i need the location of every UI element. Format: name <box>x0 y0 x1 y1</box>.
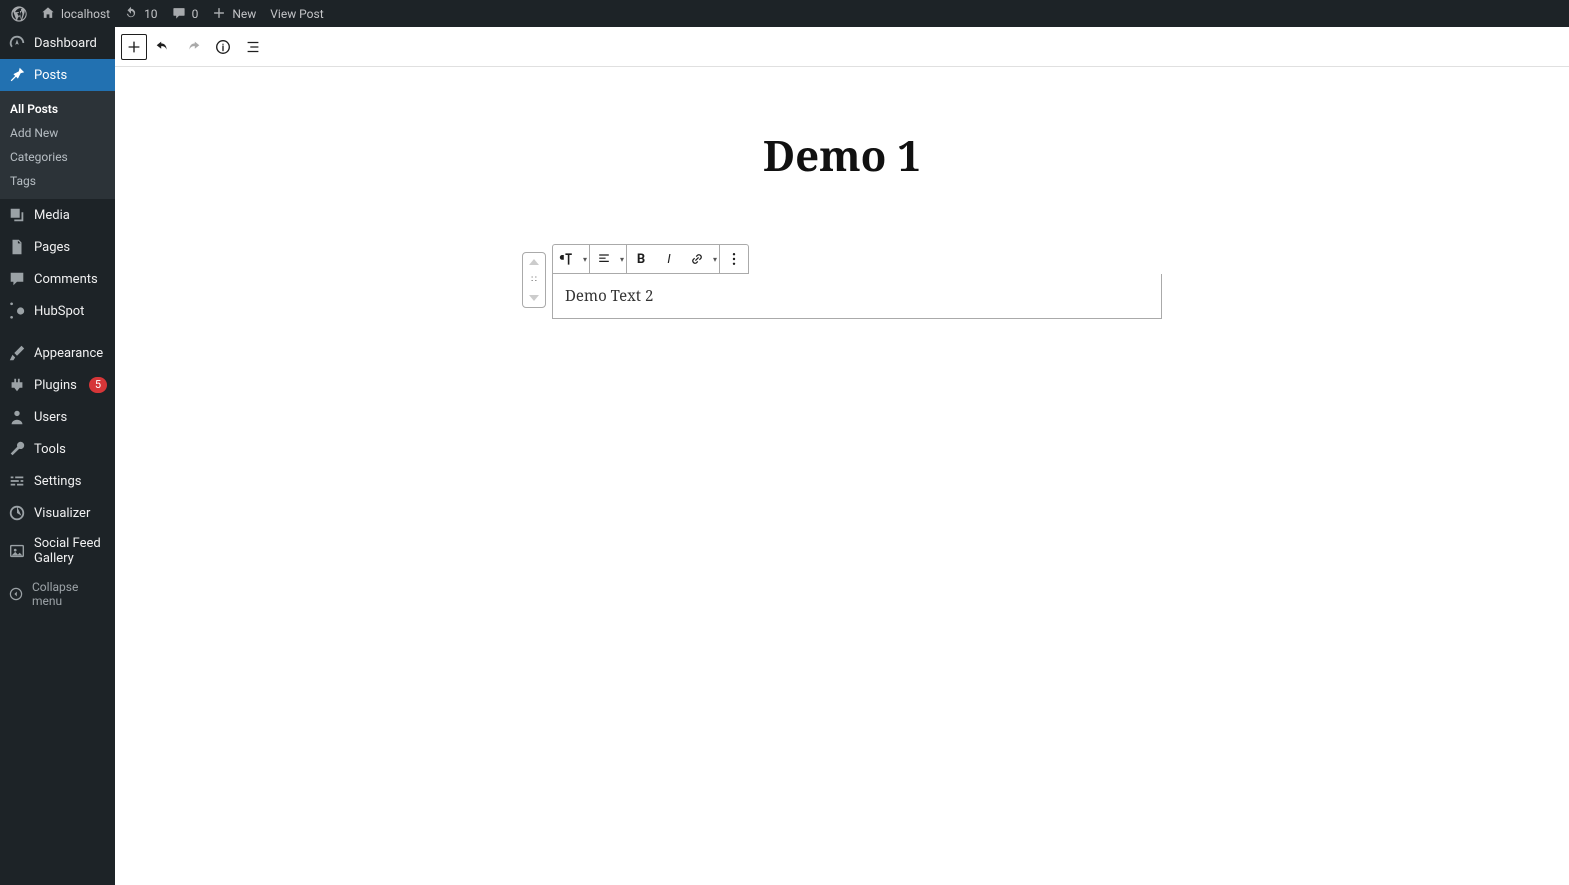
sidebar-label: Tools <box>34 442 107 457</box>
block-type-button[interactable] <box>553 245 581 273</box>
sidebar-label: HubSpot <box>34 304 107 319</box>
admin-sidebar: Dashboard Posts All Posts Add New Catego… <box>0 27 115 885</box>
move-up-button[interactable] <box>523 253 545 271</box>
comment-icon <box>172 6 188 22</box>
new-button[interactable]: New <box>205 0 263 27</box>
move-down-button[interactable] <box>523 289 545 307</box>
block-mover: ∷ <box>522 252 546 308</box>
redo-button[interactable] <box>179 33 207 61</box>
comments-icon <box>8 270 26 288</box>
canvas-inner: Demo 1 ∷ ▾ <box>502 67 1182 379</box>
user-icon <box>8 408 26 426</box>
submenu-categories[interactable]: Categories <box>0 145 115 169</box>
undo-button[interactable] <box>149 33 177 61</box>
sidebar-label: Pages <box>34 240 107 255</box>
plugins-badge: 5 <box>89 377 107 393</box>
sidebar-item-visualizer[interactable]: Visualizer <box>0 497 115 529</box>
collapse-label: Collapse menu <box>32 580 107 608</box>
sliders-icon <box>8 472 26 490</box>
admin-bar: localhost 10 0 New View Post <box>0 0 1569 27</box>
sidebar-item-media[interactable]: Media <box>0 199 115 231</box>
chart-icon <box>8 504 26 522</box>
home-icon <box>41 6 57 22</box>
sidebar-item-social-feed[interactable]: Social Feed Gallery <box>0 529 115 573</box>
sidebar-label: Posts <box>34 68 107 83</box>
submenu-all-posts[interactable]: All Posts <box>0 97 115 121</box>
italic-button[interactable]: I <box>655 245 683 273</box>
sidebar-label: Appearance <box>34 346 107 361</box>
drag-handle[interactable]: ∷ <box>523 271 545 289</box>
post-title[interactable]: Demo 1 <box>522 127 1162 184</box>
sidebar-label: Social Feed Gallery <box>34 536 107 566</box>
sidebar-item-comments[interactable]: Comments <box>0 263 115 295</box>
outline-button[interactable] <box>239 33 267 61</box>
updates-button[interactable]: 10 <box>117 0 165 27</box>
bold-button[interactable]: B <box>627 245 655 273</box>
block-toolbar: ▾ ▾ B I ▾ <box>552 244 749 274</box>
paragraph-block[interactable]: Demo Text 2 <box>552 274 1162 319</box>
more-options-button[interactable] <box>720 245 748 273</box>
plugin-icon <box>8 376 26 394</box>
block-wrapper: ∷ ▾ ▾ <box>522 244 1162 319</box>
sidebar-item-posts[interactable]: Posts <box>0 59 115 91</box>
collapse-icon <box>8 586 24 602</box>
sidebar-item-tools[interactable]: Tools <box>0 433 115 465</box>
wp-logo-button[interactable] <box>4 0 34 27</box>
site-home-button[interactable]: localhost <box>34 0 117 27</box>
pin-icon <box>8 66 26 84</box>
add-block-button[interactable] <box>121 34 147 60</box>
comments-button[interactable]: 0 <box>165 0 206 27</box>
plus-icon <box>212 6 228 22</box>
site-name: localhost <box>61 7 110 21</box>
wordpress-icon <box>11 6 27 22</box>
sidebar-item-users[interactable]: Users <box>0 401 115 433</box>
submenu-add-new[interactable]: Add New <box>0 121 115 145</box>
sidebar-label: Settings <box>34 474 107 489</box>
wrench-icon <box>8 440 26 458</box>
sidebar-label: Visualizer <box>34 506 107 521</box>
media-icon <box>8 206 26 224</box>
sidebar-label: Plugins <box>34 378 81 393</box>
page-icon <box>8 238 26 256</box>
collapse-menu-button[interactable]: Collapse menu <box>0 573 115 615</box>
hubspot-icon <box>8 302 26 320</box>
editor-canvas[interactable]: Demo 1 ∷ ▾ <box>115 67 1569 885</box>
sidebar-item-appearance[interactable]: Appearance <box>0 337 115 369</box>
sidebar-item-hubspot[interactable]: HubSpot <box>0 295 115 327</box>
info-button[interactable] <box>209 33 237 61</box>
posts-submenu: All Posts Add New Categories Tags <box>0 91 115 199</box>
chevron-down-icon: ▾ <box>618 255 626 264</box>
sidebar-item-pages[interactable]: Pages <box>0 231 115 263</box>
view-post-label: View Post <box>270 7 323 21</box>
comments-count: 0 <box>192 7 199 21</box>
sidebar-label: Users <box>34 410 107 425</box>
sidebar-label: Comments <box>34 272 107 287</box>
update-icon <box>124 6 140 22</box>
sidebar-label: Media <box>34 208 107 223</box>
sidebar-label: Dashboard <box>34 36 107 51</box>
gallery-icon <box>8 542 26 560</box>
align-button[interactable] <box>590 245 618 273</box>
chevron-down-icon: ▾ <box>581 255 589 264</box>
submenu-tags[interactable]: Tags <box>0 169 115 193</box>
chevron-down-icon: ▾ <box>711 255 719 264</box>
sidebar-item-dashboard[interactable]: Dashboard <box>0 27 115 59</box>
block-column: ▾ ▾ B I ▾ <box>552 244 1162 319</box>
view-post-button[interactable]: View Post <box>263 0 330 27</box>
brush-icon <box>8 344 26 362</box>
editor-toolbar <box>115 27 1569 67</box>
dashboard-icon <box>8 34 26 52</box>
new-label: New <box>232 7 256 21</box>
updates-count: 10 <box>144 7 158 21</box>
sidebar-item-plugins[interactable]: Plugins 5 <box>0 369 115 401</box>
sidebar-item-settings[interactable]: Settings <box>0 465 115 497</box>
link-button[interactable] <box>683 245 711 273</box>
